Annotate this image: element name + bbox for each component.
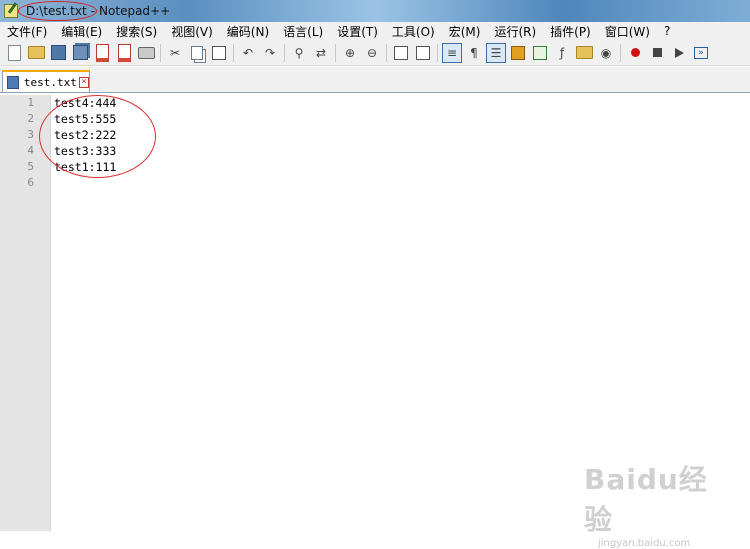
tab-test-txt[interactable]: test.txt × — [2, 70, 90, 92]
saved-state-icon — [7, 75, 19, 89]
cut-icon[interactable]: ✂ — [166, 44, 184, 62]
close-all-icon[interactable] — [115, 43, 133, 62]
print-icon[interactable] — [137, 44, 155, 62]
line-number: 1 — [27, 96, 34, 109]
toolbar: ✂ ↶ ↷ ⚲ ⇄ ⊕ ⊖ ≡ ¶ ☰ ƒ ◉ » — [0, 40, 750, 66]
monitoring-icon[interactable]: ◉ — [597, 44, 615, 62]
line-number: 4 — [27, 144, 34, 157]
toolbar-separator — [335, 43, 336, 62]
record-macro-icon[interactable] — [626, 44, 644, 62]
function-list-icon[interactable]: ƒ — [553, 44, 571, 62]
menu-language[interactable]: 语言(L) — [276, 23, 330, 40]
window-title-app: Notepad++ — [99, 4, 171, 18]
menu-search[interactable]: 搜索(S) — [109, 23, 164, 40]
tab-bar: test.txt × — [0, 67, 750, 93]
copy-icon[interactable] — [188, 44, 206, 62]
line-text: test5:555 — [54, 112, 117, 126]
menu-plugins[interactable]: 插件(P) — [543, 23, 598, 40]
menu-run[interactable]: 运行(R) — [487, 23, 543, 40]
line-number-gutter: 1 2 3 4 5 6 — [0, 95, 51, 531]
menu-macro[interactable]: 宏(M) — [442, 23, 488, 40]
menu-settings[interactable]: 设置(T) — [330, 23, 385, 40]
indent-guide-icon[interactable]: ☰ — [486, 42, 506, 63]
replace-icon[interactable]: ⇄ — [312, 44, 330, 62]
user-lang-icon[interactable] — [509, 44, 527, 62]
line-text: test1:111 — [54, 160, 117, 174]
toolbar-separator — [233, 43, 234, 62]
watermark-logo: Baidu经验 — [584, 463, 708, 536]
zoom-out-icon[interactable]: ⊖ — [363, 44, 381, 62]
line-number: 2 — [27, 112, 34, 125]
line-text: test3:333 — [54, 144, 117, 158]
annotation-oval-title — [18, 1, 97, 21]
line-number: 3 — [27, 128, 34, 141]
menu-window[interactable]: 窗口(W) — [598, 23, 657, 40]
sync-horizontal-icon[interactable] — [414, 44, 432, 62]
undo-icon[interactable]: ↶ — [239, 44, 257, 62]
line-text: test4:444 — [54, 96, 117, 110]
zoom-in-icon[interactable]: ⊕ — [341, 44, 359, 62]
toolbar-separator — [437, 43, 438, 62]
baidu-watermark: Baidu经验 jingyan.baidu.com — [584, 458, 724, 549]
line-number: 5 — [27, 160, 34, 173]
sync-vertical-icon[interactable] — [392, 44, 410, 62]
paste-icon[interactable] — [210, 44, 228, 62]
menu-help[interactable]: ? — [657, 24, 677, 38]
watermark-url: jingyan.baidu.com — [598, 538, 691, 549]
save-all-icon[interactable] — [71, 44, 89, 62]
menu-encoding[interactable]: 编码(N) — [220, 23, 276, 40]
menu-edit[interactable]: 编辑(E) — [54, 23, 109, 40]
toolbar-separator — [620, 43, 621, 62]
toolbar-separator — [160, 43, 161, 62]
redo-icon[interactable]: ↷ — [261, 44, 279, 62]
stop-record-icon[interactable] — [648, 44, 666, 62]
open-file-icon[interactable] — [27, 44, 45, 62]
menu-file[interactable]: 文件(F) — [0, 23, 54, 40]
line-number: 6 — [27, 176, 34, 189]
close-tab-icon[interactable]: × — [78, 76, 89, 88]
tab-label: test.txt — [23, 75, 77, 89]
new-file-icon[interactable] — [5, 44, 23, 62]
close-icon[interactable] — [93, 43, 111, 62]
toolbar-separator — [386, 43, 387, 62]
doc-map-icon[interactable] — [531, 44, 549, 62]
menu-view[interactable]: 视图(V) — [164, 23, 220, 40]
title-bar: D:\test.txt - Notepad++ — [0, 0, 750, 22]
menu-tools[interactable]: 工具(O) — [385, 23, 442, 40]
save-icon[interactable] — [49, 44, 67, 62]
line-text: test2:222 — [54, 128, 117, 142]
folder-as-workspace-icon[interactable] — [575, 44, 593, 62]
window-title-file: D:\test.txt — [18, 1, 97, 21]
run-macro-multiple-icon[interactable]: » — [692, 44, 710, 62]
window-title-separator: - — [90, 4, 96, 18]
find-icon[interactable]: ⚲ — [290, 44, 308, 62]
toolbar-separator — [284, 43, 285, 62]
word-wrap-icon[interactable]: ≡ — [442, 42, 462, 63]
play-macro-icon[interactable] — [670, 44, 688, 62]
notepadpp-app-icon — [4, 4, 18, 18]
show-all-chars-icon[interactable]: ¶ — [465, 44, 483, 62]
menu-bar: 文件(F) 编辑(E) 搜索(S) 视图(V) 编码(N) 语言(L) 设置(T… — [0, 22, 750, 40]
